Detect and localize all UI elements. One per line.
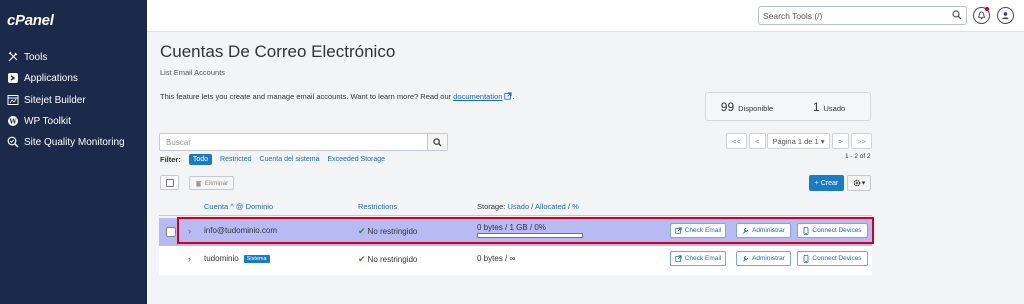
- filter-bar: Filter: Todo Restricted Cuenta del siste…: [160, 154, 385, 165]
- check-icon: ✔: [358, 254, 366, 264]
- account-name-text: tudominio: [204, 254, 239, 263]
- intro-body: This feature lets you create and manage …: [160, 92, 452, 101]
- page-select[interactable]: Página 1 de 1 ▾: [767, 133, 830, 149]
- search-placeholder: Buscar: [166, 138, 191, 147]
- sidebar-item-site-quality[interactable]: Site Quality Monitoring: [6, 134, 125, 150]
- results-range: 1 - 2 of 2: [845, 153, 871, 160]
- external-link-icon: [675, 255, 682, 262]
- used-count: 1: [812, 99, 820, 114]
- storage-sep: /: [531, 202, 534, 211]
- intro-text: This feature lets you create and manage …: [160, 92, 515, 101]
- filter-system-account[interactable]: Cuenta del sistema: [260, 156, 320, 163]
- sidebar-item-wp-toolkit[interactable]: W WP Toolkit: [6, 113, 71, 129]
- last-page-button[interactable]: >>: [851, 133, 872, 149]
- chevron-right-icon[interactable]: ›: [188, 254, 191, 264]
- bell-icon: [977, 11, 986, 20]
- storage-prefix: Storage:: [477, 202, 506, 211]
- storage-usage: 0 bytes / ∞: [477, 254, 516, 263]
- applications-icon: [6, 71, 20, 85]
- trash-icon: [195, 180, 202, 187]
- available-label: Disponible: [738, 103, 774, 113]
- sidebar-item-label: Tools: [24, 51, 48, 63]
- storage-header: Storage: Usado / Allocated / %: [477, 202, 579, 211]
- next-page-button[interactable]: >: [832, 133, 849, 149]
- sort-account-header[interactable]: Cuenta ^ @ Dominio: [204, 202, 273, 211]
- create-button[interactable]: + Crear: [809, 175, 844, 191]
- connect-devices-label: Connect Devices: [812, 255, 862, 262]
- mobile-icon: [804, 254, 809, 263]
- sidebar-item-tools[interactable]: Tools: [6, 49, 47, 65]
- sidebar-item-sitejet[interactable]: Sitejet Builder: [6, 92, 86, 108]
- available-stat: 99 Disponible: [706, 100, 788, 114]
- search-button[interactable]: [427, 134, 447, 150]
- sort-percent[interactable]: %: [572, 202, 579, 211]
- sitejet-icon: [6, 93, 20, 107]
- restrictions-header[interactable]: Restrictions: [358, 202, 397, 211]
- quota-stats: 99 Disponible 1 Usado: [705, 92, 871, 121]
- search-tools-input[interactable]: Search Tools (/): [758, 6, 967, 25]
- check-email-button[interactable]: Check Email: [670, 251, 726, 266]
- filter-all[interactable]: Todo: [188, 154, 213, 165]
- system-badge: Sistema: [243, 254, 270, 263]
- table-header: Cuenta ^ @ Dominio Restrictions Storage:…: [159, 199, 872, 216]
- highlight-outline: [177, 217, 874, 244]
- settings-dropdown-button[interactable]: ▾: [847, 175, 871, 191]
- svg-text:W: W: [8, 117, 17, 125]
- sort-allocated[interactable]: Allocated: [535, 202, 566, 211]
- search-tools-placeholder: Search Tools (/): [763, 10, 823, 21]
- user-icon: [1002, 12, 1009, 20]
- available-count: 99: [720, 99, 735, 114]
- manage-label: Administrar: [752, 255, 785, 262]
- filter-restricted[interactable]: Restricted: [220, 156, 252, 163]
- restriction-text: No restringido: [367, 255, 418, 264]
- sidebar-item-label: Applications: [24, 72, 78, 84]
- sidebar-item-label: Site Quality Monitoring: [24, 136, 125, 148]
- user-button[interactable]: [997, 7, 1014, 24]
- sidebar-item-label: Sitejet Builder: [24, 94, 86, 106]
- sidebar: cPanel Tools Applications Sitejet Builde…: [0, 0, 147, 304]
- search-icon[interactable]: [952, 10, 962, 22]
- notification-dot: [985, 7, 989, 11]
- select-all-checkbox[interactable]: [160, 175, 179, 190]
- tools-icon: [6, 50, 20, 64]
- gear-icon: [853, 179, 861, 187]
- storage-sep: /: [567, 202, 571, 211]
- site-quality-icon: [6, 135, 20, 149]
- filter-exceeded-storage[interactable]: Exceeded Storage: [327, 156, 385, 163]
- sidebar-item-applications[interactable]: Applications: [6, 70, 78, 86]
- intro-end: .: [512, 92, 515, 101]
- account-name: tudominio Sistema: [204, 254, 270, 263]
- prev-page-button[interactable]: <: [749, 133, 766, 149]
- cpanel-logo[interactable]: cPanel: [7, 12, 54, 29]
- checkbox-box: [165, 178, 174, 187]
- sort-used[interactable]: Usado: [507, 202, 529, 211]
- wordpress-icon: W: [6, 114, 20, 128]
- account-search-input[interactable]: Buscar: [159, 133, 448, 151]
- page-subtitle: List Email Accounts: [160, 68, 226, 77]
- documentation-link[interactable]: documentation: [453, 92, 502, 101]
- table-row[interactable]: › tudominio Sistema ✔ No restringido 0 byt…: [159, 246, 872, 275]
- connect-devices-button[interactable]: Connect Devices: [797, 251, 868, 266]
- delete-button[interactable]: Eliminar: [189, 176, 234, 190]
- notifications-button[interactable]: [973, 7, 990, 24]
- row-checkbox[interactable]: [166, 227, 176, 237]
- search-icon: [433, 137, 442, 147]
- used-stat: 1 Usado: [788, 100, 870, 114]
- filter-label: Filter:: [160, 155, 181, 164]
- manage-button[interactable]: Administrar: [736, 251, 791, 266]
- wrench-icon: [743, 255, 749, 262]
- sidebar-item-label: WP Toolkit: [24, 115, 71, 127]
- restriction-status: ✔ No restringido: [358, 254, 417, 265]
- check-email-label: Check Email: [684, 255, 722, 262]
- delete-label: Eliminar: [204, 179, 229, 187]
- page-title: Cuentas De Correo Electrónico: [160, 42, 396, 61]
- caret-down-icon: ▾: [861, 180, 866, 187]
- first-page-button[interactable]: <<: [726, 133, 747, 149]
- used-label: Usado: [823, 103, 846, 113]
